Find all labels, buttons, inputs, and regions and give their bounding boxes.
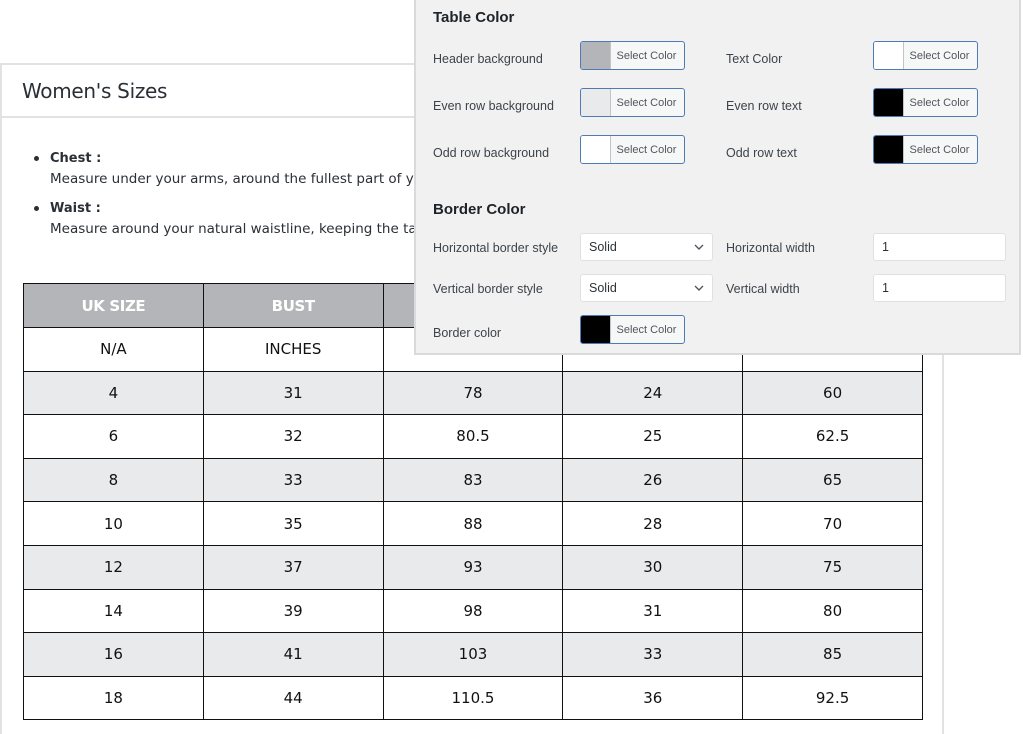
color-swatch [581,136,611,163]
table-cell: 33 [202,457,384,503]
field-label: Even row text [726,99,802,113]
even-row-background-color-picker[interactable]: Select Color [580,88,685,117]
field-label: Vertical width [726,282,800,296]
color-swatch [581,42,611,69]
field-label: Horizontal border style [433,241,559,255]
table-cell: INCHES [202,327,384,372]
table-cell: 25 [562,414,744,459]
card-title: Women's Sizes [22,78,168,103]
table-row: 12 37 93 30 75 [23,544,923,590]
table-cell: 60 [742,370,923,416]
field-label: Header background [433,52,543,66]
table-cell: 75 [742,544,923,590]
select-color-label: Select Color [616,49,677,62]
field-label: Text Color [726,52,783,66]
table-cell: 65 [742,457,923,503]
table-cell: 8 [23,457,204,503]
table-cell: 31 [562,588,744,634]
color-swatch [581,316,611,343]
select-color-label: Select Color [909,143,970,156]
table-cell: 80 [742,588,923,634]
field-label: Even row background [433,99,554,113]
table-cell: 110.5 [382,675,564,721]
table-cell: 103 [382,632,564,677]
table-cell: 32 [202,414,384,459]
section-title-border-color: Border Color [433,201,526,218]
table-cell: 83 [382,457,564,503]
table-cell: 33 [562,632,744,677]
table-row: 6 32 80.5 25 62.5 [23,414,923,459]
chevron-down-icon [694,285,704,291]
table-cell: 18 [23,675,204,721]
table-cell: 24 [562,370,744,416]
table-cell: 85 [742,632,923,677]
border-color-picker[interactable]: Select Color [580,315,685,344]
select-color-label: Select Color [616,143,677,156]
field-label: Odd row text [726,146,797,160]
table-cell: 44 [202,675,384,721]
table-cell: 37 [202,544,384,590]
odd-row-background-color-picker[interactable]: Select Color [580,135,685,164]
table-cell: 16 [23,632,204,677]
vertical-border-style-select[interactable]: Solid [580,274,713,302]
table-cell: 93 [382,544,564,590]
odd-row-text-color-picker[interactable]: Select Color [873,135,978,164]
field-label: Horizontal width [726,241,815,255]
table-cell: 36 [562,675,744,721]
table-cell: 28 [562,501,744,546]
table-cell: 30 [562,544,744,590]
text-color-picker[interactable]: Select Color [873,41,978,70]
table-row: 14 39 98 31 80 [23,588,923,634]
color-swatch [874,136,904,163]
table-row: 8 33 83 26 65 [23,457,923,503]
column-header: UK SIZE [23,283,204,328]
selected-value: Solid [589,281,617,295]
color-swatch [874,42,904,69]
horizontal-width-input[interactable] [873,233,1006,261]
table-style-settings-panel: Table Color Header background Select Col… [414,0,1021,355]
field-label: Odd row background [433,146,550,160]
table-cell: 39 [202,588,384,634]
even-row-text-color-picker[interactable]: Select Color [873,88,978,117]
table-cell: 80.5 [382,414,564,459]
field-label: Vertical border style [433,282,543,296]
table-cell: 31 [202,370,384,416]
chevron-down-icon [694,244,704,250]
table-cell: 4 [23,370,204,416]
vertical-width-input[interactable] [873,274,1006,302]
table-cell: 88 [382,501,564,546]
table-cell: 6 [23,414,204,459]
table-cell: 12 [23,544,204,590]
select-color-label: Select Color [616,96,677,109]
table-row: 4 31 78 24 60 [23,370,923,416]
select-color-label: Select Color [909,96,970,109]
select-color-label: Select Color [616,323,677,336]
select-color-label: Select Color [909,49,970,62]
table-cell: 26 [562,457,744,503]
table-cell: 98 [382,588,564,634]
table-cell: 35 [202,501,384,546]
table-row: 16 41 103 33 85 [23,632,923,677]
header-background-color-picker[interactable]: Select Color [580,41,685,70]
table-row: 18 44 110.5 36 92.5 [23,675,923,721]
table-cell: 62.5 [742,414,923,459]
table-cell: N/A [23,327,204,372]
table-cell: 78 [382,370,564,416]
table-cell: 70 [742,501,923,546]
table-cell: 10 [23,501,204,546]
section-title-table-color: Table Color [433,9,515,26]
horizontal-border-style-select[interactable]: Solid [580,233,713,261]
color-swatch [581,89,611,116]
table-cell: 92.5 [742,675,923,721]
table-cell: 14 [23,588,204,634]
table-row: 10 35 88 28 70 [23,501,923,546]
color-swatch [874,89,904,116]
table-cell: 41 [202,632,384,677]
selected-value: Solid [589,240,617,254]
field-label: Border color [433,326,502,340]
column-header: BUST [202,283,384,328]
